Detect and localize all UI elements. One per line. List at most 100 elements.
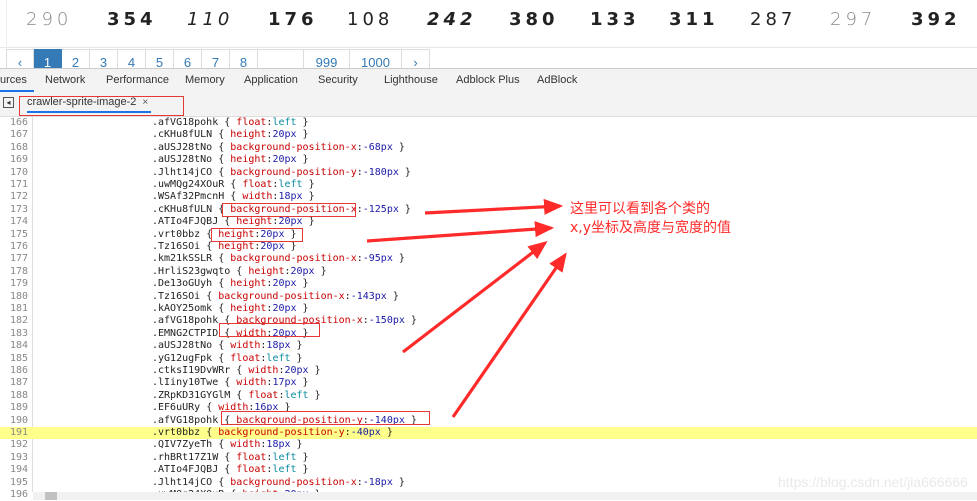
page-button-8[interactable]: 8 bbox=[230, 49, 258, 69]
highlight-box-bgpos-y bbox=[221, 411, 430, 425]
brace: } bbox=[290, 352, 303, 364]
css-value: left bbox=[284, 389, 309, 401]
line-number: 182 bbox=[9, 315, 28, 327]
brace: { bbox=[212, 141, 231, 153]
brace: } bbox=[302, 179, 315, 190]
brace: { bbox=[212, 340, 231, 352]
page-button-999[interactable]: 999 bbox=[304, 49, 350, 69]
code-line: 182 .afVG18pohk { background-position-x:-… bbox=[0, 315, 977, 327]
tab-sources[interactable]: urces bbox=[0, 69, 34, 92]
code-line: 188 .ZRpKD31GYGlM { float:left } bbox=[0, 390, 977, 402]
sprite-number: 354 bbox=[107, 9, 157, 30]
css-value: 18px bbox=[266, 439, 291, 451]
page-next-button[interactable]: › bbox=[402, 49, 430, 69]
css-rule: .Jlht14jCO { background-position-y:-180p… bbox=[152, 167, 411, 179]
brace: } bbox=[392, 476, 405, 488]
css-property: background-position-x bbox=[230, 253, 357, 265]
brace: } bbox=[284, 241, 297, 252]
sprite-number: 110 bbox=[187, 9, 234, 30]
tab-performance[interactable]: Performance bbox=[106, 69, 169, 92]
css-value: -95px bbox=[362, 253, 393, 265]
css-selector: .De13oGUyh bbox=[152, 278, 213, 290]
highlight-box-height bbox=[211, 228, 303, 242]
page-button-4[interactable]: 4 bbox=[118, 49, 146, 69]
css-value: 20px bbox=[278, 216, 303, 228]
watermark: https://blog.csdn.net/jia666666 bbox=[778, 474, 968, 490]
css-rule: .vrt0bbz { background-position-y:-40px } bbox=[152, 427, 393, 439]
code-line: 185 .yG12ugFpk { float:left } bbox=[0, 353, 977, 365]
css-rule: .lIiny10Twe { width:17px } bbox=[152, 377, 309, 389]
sprite-number: 133 bbox=[590, 9, 640, 30]
page-button-3[interactable]: 3 bbox=[90, 49, 118, 69]
pagination: ‹ 1 2 3 4 5 6 7 8 999 1000 › bbox=[6, 49, 430, 69]
code-line: 191 .vrt0bbz { background-position-y:-40p… bbox=[0, 427, 977, 440]
tab-adblock-plus[interactable]: Adblock Plus bbox=[456, 69, 520, 92]
page-button-1000[interactable]: 1000 bbox=[350, 49, 402, 69]
css-selector: .ATIo4FJQBJ bbox=[152, 216, 219, 228]
sprite-number: 242 bbox=[427, 9, 477, 30]
brace: { bbox=[212, 253, 231, 265]
css-value: -68px bbox=[362, 141, 393, 153]
css-selector: .Jlht14jCO bbox=[152, 166, 213, 178]
brace: { bbox=[212, 439, 231, 451]
css-selector: .Jlht14jCO bbox=[152, 476, 213, 488]
page-button-2[interactable]: 2 bbox=[62, 49, 90, 69]
css-selector: .QIV7ZyeTh bbox=[152, 439, 213, 451]
page-button-7[interactable]: 7 bbox=[202, 49, 230, 69]
line-number: 195 bbox=[9, 476, 28, 488]
code-line: 171 .uwMQg24XOuR { float:left } bbox=[0, 179, 977, 191]
highlight-box-bgpos-x bbox=[222, 203, 356, 217]
css-rule: .cKHu8fULN { height:20px } bbox=[152, 129, 309, 141]
line-number: 166 bbox=[9, 117, 28, 128]
line-number: 189 bbox=[9, 402, 28, 414]
css-selector: .afVG18pohk bbox=[152, 414, 219, 426]
css-rule: .ATIo4FJQBJ { height:20px } bbox=[152, 216, 315, 228]
code-line: 189 .EF6uURy { width:16px } bbox=[0, 402, 977, 414]
tab-application[interactable]: Application bbox=[244, 69, 298, 92]
line-number: 192 bbox=[9, 439, 28, 451]
sprite-number: 287 bbox=[750, 9, 797, 30]
page-prev-button[interactable]: ‹ bbox=[6, 49, 34, 69]
css-property: width bbox=[248, 365, 279, 376]
code-editor[interactable]: 166 .afVG18pohk { float:left } 167 .cKHu8fU… bbox=[0, 117, 977, 500]
css-rule: .aUSJ28tNo { width:18px } bbox=[152, 340, 303, 352]
tab-network[interactable]: Network bbox=[45, 69, 85, 92]
sprite-number: 108 bbox=[347, 9, 394, 30]
code-line: 193 .rhBRt17Z1W { float:left } bbox=[0, 452, 977, 464]
css-value: 20px bbox=[272, 129, 297, 141]
line-number: 181 bbox=[9, 303, 28, 314]
tab-lighthouse[interactable]: Lighthouse bbox=[384, 69, 438, 92]
css-rule: .ATIo4FJQBJ { float:left } bbox=[152, 464, 309, 476]
brace: } bbox=[296, 117, 309, 128]
sprite-number: 311 bbox=[669, 9, 719, 30]
brace: { bbox=[200, 290, 219, 302]
scrollbar-thumb[interactable] bbox=[45, 492, 57, 500]
line-number: 173 bbox=[9, 203, 28, 215]
brace: { bbox=[230, 265, 249, 277]
css-value: left bbox=[272, 451, 297, 463]
css-rule: .Jlht14jCO { background-position-x:-18px… bbox=[152, 477, 405, 489]
css-property: width bbox=[236, 377, 267, 389]
css-value: 20px bbox=[272, 154, 297, 166]
page-button-6[interactable]: 6 bbox=[174, 49, 202, 69]
code-line: 168 .aUSJ28tNo { background-position-x:-6… bbox=[0, 142, 977, 154]
line-number: 167 bbox=[9, 129, 28, 141]
brace: } bbox=[308, 389, 321, 401]
page-button-1[interactable]: 1 bbox=[34, 49, 62, 69]
brace: { bbox=[212, 154, 231, 166]
tab-memory[interactable]: Memory bbox=[185, 69, 225, 92]
css-value: left bbox=[272, 464, 297, 476]
css-property: height bbox=[230, 303, 267, 314]
css-rule: .ctksI19DvWRr { width:20px } bbox=[152, 365, 321, 377]
page-button-5[interactable]: 5 bbox=[146, 49, 174, 69]
toggle-navigator-icon[interactable]: ◂ bbox=[3, 97, 14, 108]
tab-security[interactable]: Security bbox=[318, 69, 358, 92]
css-selector: .km21kSSLR bbox=[152, 253, 213, 265]
css-value: -18px bbox=[362, 476, 393, 488]
tab-adblock[interactable]: AdBlock bbox=[537, 69, 577, 92]
brace: } bbox=[404, 315, 417, 327]
css-value: left bbox=[272, 117, 297, 128]
brace: { bbox=[212, 476, 231, 488]
code-line: 173 .cKHu8fULN { background-position-x:-1… bbox=[0, 204, 977, 216]
horizontal-scrollbar[interactable] bbox=[33, 492, 977, 500]
